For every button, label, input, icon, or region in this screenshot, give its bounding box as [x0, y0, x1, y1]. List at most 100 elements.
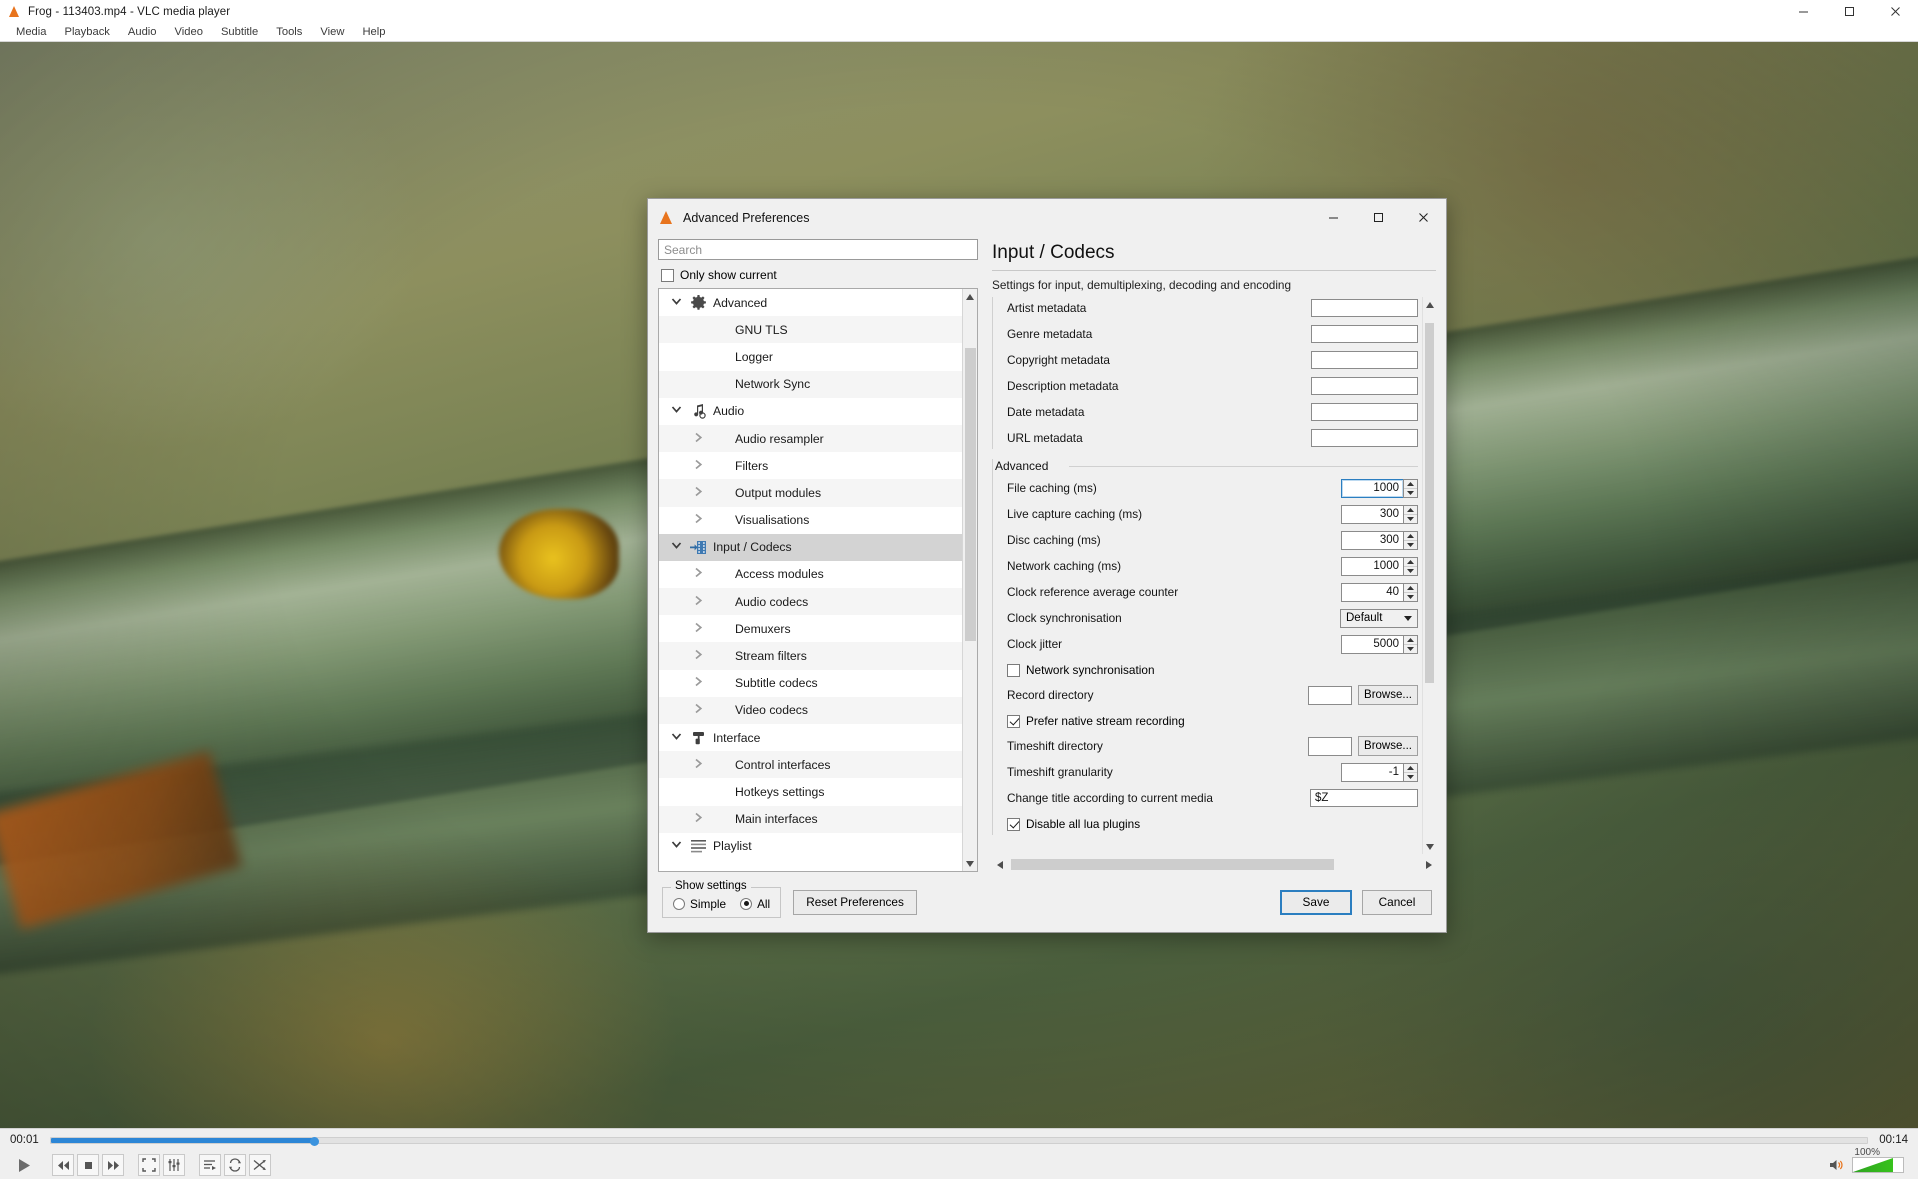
tree-item-output-modules[interactable]: Output modules [659, 479, 962, 507]
settings-tree[interactable]: Advanced GNU TLS Logger Network Sync Audio Au… [658, 288, 978, 872]
tree-item-audio[interactable]: Audio [659, 398, 962, 425]
dialog-minimize-button[interactable] [1311, 199, 1356, 236]
prefer-native-stream-recording-checkbox[interactable] [1007, 714, 1020, 728]
shuffle-button[interactable] [249, 1154, 271, 1176]
record-directory-browse-button[interactable]: Browse... [1358, 685, 1418, 706]
show-settings-all-option[interactable]: All [740, 897, 770, 911]
settings-horizontal-scrollbar[interactable] [992, 857, 1436, 872]
stepper-up-icon[interactable] [1404, 480, 1417, 489]
tree-item-filters[interactable]: Filters [659, 452, 962, 479]
copyright-metadata-input[interactable] [1311, 350, 1418, 369]
chevron-right-icon[interactable] [687, 486, 709, 500]
chevron-right-icon[interactable] [687, 513, 709, 527]
stepper-down-icon[interactable] [1404, 514, 1417, 523]
tree-item-input-codecs[interactable]: Input / Codecs [659, 533, 962, 561]
chevron-right-icon[interactable] [687, 622, 709, 636]
prefer-native-stream-recording-row[interactable]: Prefer native stream recording [1007, 711, 1418, 732]
tree-item-subtitle-codecs[interactable]: Subtitle codecs [659, 670, 962, 697]
tree-item-playlist[interactable]: Playlist [659, 833, 962, 860]
extended-settings-button[interactable] [163, 1154, 185, 1176]
stepper-down-icon[interactable] [1404, 644, 1417, 653]
tree-item-main-interfaces[interactable]: Main interfaces [659, 805, 962, 833]
tree-item-video-codecs[interactable]: Video codecs [659, 696, 962, 724]
tree-scrollbar[interactable] [962, 289, 977, 871]
play-button[interactable] [8, 1152, 38, 1178]
chevron-down-icon[interactable] [665, 405, 687, 417]
clock-reference-average-counter-value[interactable]: 40 [1341, 582, 1403, 602]
chevron-down-icon[interactable] [665, 732, 687, 744]
menu-video[interactable]: Video [166, 23, 212, 42]
stepper[interactable] [1403, 634, 1418, 654]
save-button[interactable]: Save [1280, 889, 1352, 915]
horizontal-scrollbar-track[interactable] [1007, 857, 1421, 872]
volume-control[interactable]: 100% [1825, 1147, 1910, 1176]
tree-item-stream-filters[interactable]: Stream filters [659, 642, 962, 670]
live-capture-caching-ms-spinbox[interactable]: 300 [1341, 504, 1418, 524]
tree-item-advanced[interactable]: Advanced [659, 289, 962, 316]
stepper-up-icon[interactable] [1404, 764, 1417, 773]
all-radio[interactable] [740, 897, 753, 910]
scroll-up-icon[interactable] [963, 289, 978, 304]
stepper-down-icon[interactable] [1404, 566, 1417, 575]
file-caching-ms-spinbox[interactable]: 1000 [1341, 478, 1418, 498]
stepper-up-icon[interactable] [1404, 584, 1417, 593]
chevron-right-icon[interactable] [687, 676, 709, 690]
stepper-down-icon[interactable] [1404, 592, 1417, 601]
seek-slider[interactable] [50, 1136, 1868, 1146]
maximize-button[interactable] [1826, 0, 1872, 23]
change-title-input[interactable]: $Z [1310, 789, 1418, 808]
network-caching-ms-value[interactable]: 1000 [1341, 556, 1403, 576]
chevron-right-icon[interactable] [687, 812, 709, 826]
menu-help[interactable]: Help [353, 23, 394, 42]
chevron-right-icon[interactable] [687, 567, 709, 581]
stepper[interactable] [1403, 582, 1418, 602]
timeshift-granularity-spinbox[interactable]: -1 [1341, 762, 1418, 782]
next-button[interactable] [102, 1154, 124, 1176]
simple-radio[interactable] [673, 897, 685, 910]
network-synchronisation-checkbox[interactable] [1007, 663, 1020, 677]
settings-vertical-scrollbar[interactable] [1422, 297, 1436, 854]
record-directory-input[interactable] [1308, 685, 1352, 705]
stepper-down-icon[interactable] [1404, 772, 1417, 781]
speaker-icon[interactable] [1825, 1154, 1847, 1176]
tree-item-gnu-tls[interactable]: GNU TLS [659, 316, 962, 344]
stepper[interactable] [1403, 504, 1418, 524]
reset-preferences-button[interactable]: Reset Preferences [793, 889, 917, 915]
network-synchronisation-row[interactable]: Network synchronisation [1007, 660, 1418, 681]
tree-item-audio-codecs[interactable]: Audio codecs [659, 588, 962, 616]
timeshift-granularity-value[interactable]: -1 [1341, 762, 1403, 782]
chevron-right-icon[interactable] [687, 758, 709, 772]
clock-synchronisation-select[interactable]: Default [1340, 608, 1418, 628]
menu-view[interactable]: View [311, 23, 353, 42]
description-metadata-input[interactable] [1311, 376, 1418, 395]
stepper[interactable] [1403, 530, 1418, 550]
chevron-down-icon[interactable] [665, 840, 687, 852]
show-settings-simple-option[interactable]: Simple [673, 897, 726, 911]
tree-item-visualisations[interactable]: Visualisations [659, 507, 962, 534]
disable-lua-plugins-row[interactable]: Disable all lua plugins [1007, 814, 1418, 835]
tree-item-audio-resampler[interactable]: Audio resampler [659, 424, 962, 453]
tree-item-network-sync[interactable]: Network Sync [659, 370, 962, 398]
menu-playback[interactable]: Playback [55, 23, 118, 42]
search-input[interactable] [658, 239, 978, 260]
chevron-right-icon[interactable] [687, 649, 709, 663]
tree-scrollbar-track[interactable] [962, 304, 977, 856]
dialog-maximize-button[interactable] [1356, 199, 1401, 236]
clock-jitter-value[interactable]: 5000 [1341, 634, 1403, 654]
seek-handle[interactable] [310, 1136, 320, 1146]
stepper-down-icon[interactable] [1404, 488, 1417, 497]
minimize-button[interactable] [1780, 0, 1826, 23]
chevron-right-icon[interactable] [687, 595, 709, 609]
disable-lua-plugins-checkbox[interactable] [1007, 817, 1020, 831]
settings-scroll-right-icon[interactable] [1421, 857, 1436, 872]
url-metadata-input[interactable] [1311, 428, 1418, 447]
genre-metadata-input[interactable] [1311, 324, 1418, 343]
chevron-right-icon[interactable] [687, 432, 709, 446]
file-caching-ms-value[interactable]: 1000 [1341, 478, 1403, 498]
timeshift-directory-input[interactable] [1308, 736, 1352, 756]
disc-caching-ms-spinbox[interactable]: 300 [1341, 530, 1418, 550]
clock-jitter-spinbox[interactable]: 5000 [1341, 634, 1418, 654]
settings-scroll-up-icon[interactable] [1422, 297, 1436, 312]
volume-slider[interactable] [1852, 1157, 1904, 1173]
tree-item-demuxers[interactable]: Demuxers [659, 615, 962, 642]
